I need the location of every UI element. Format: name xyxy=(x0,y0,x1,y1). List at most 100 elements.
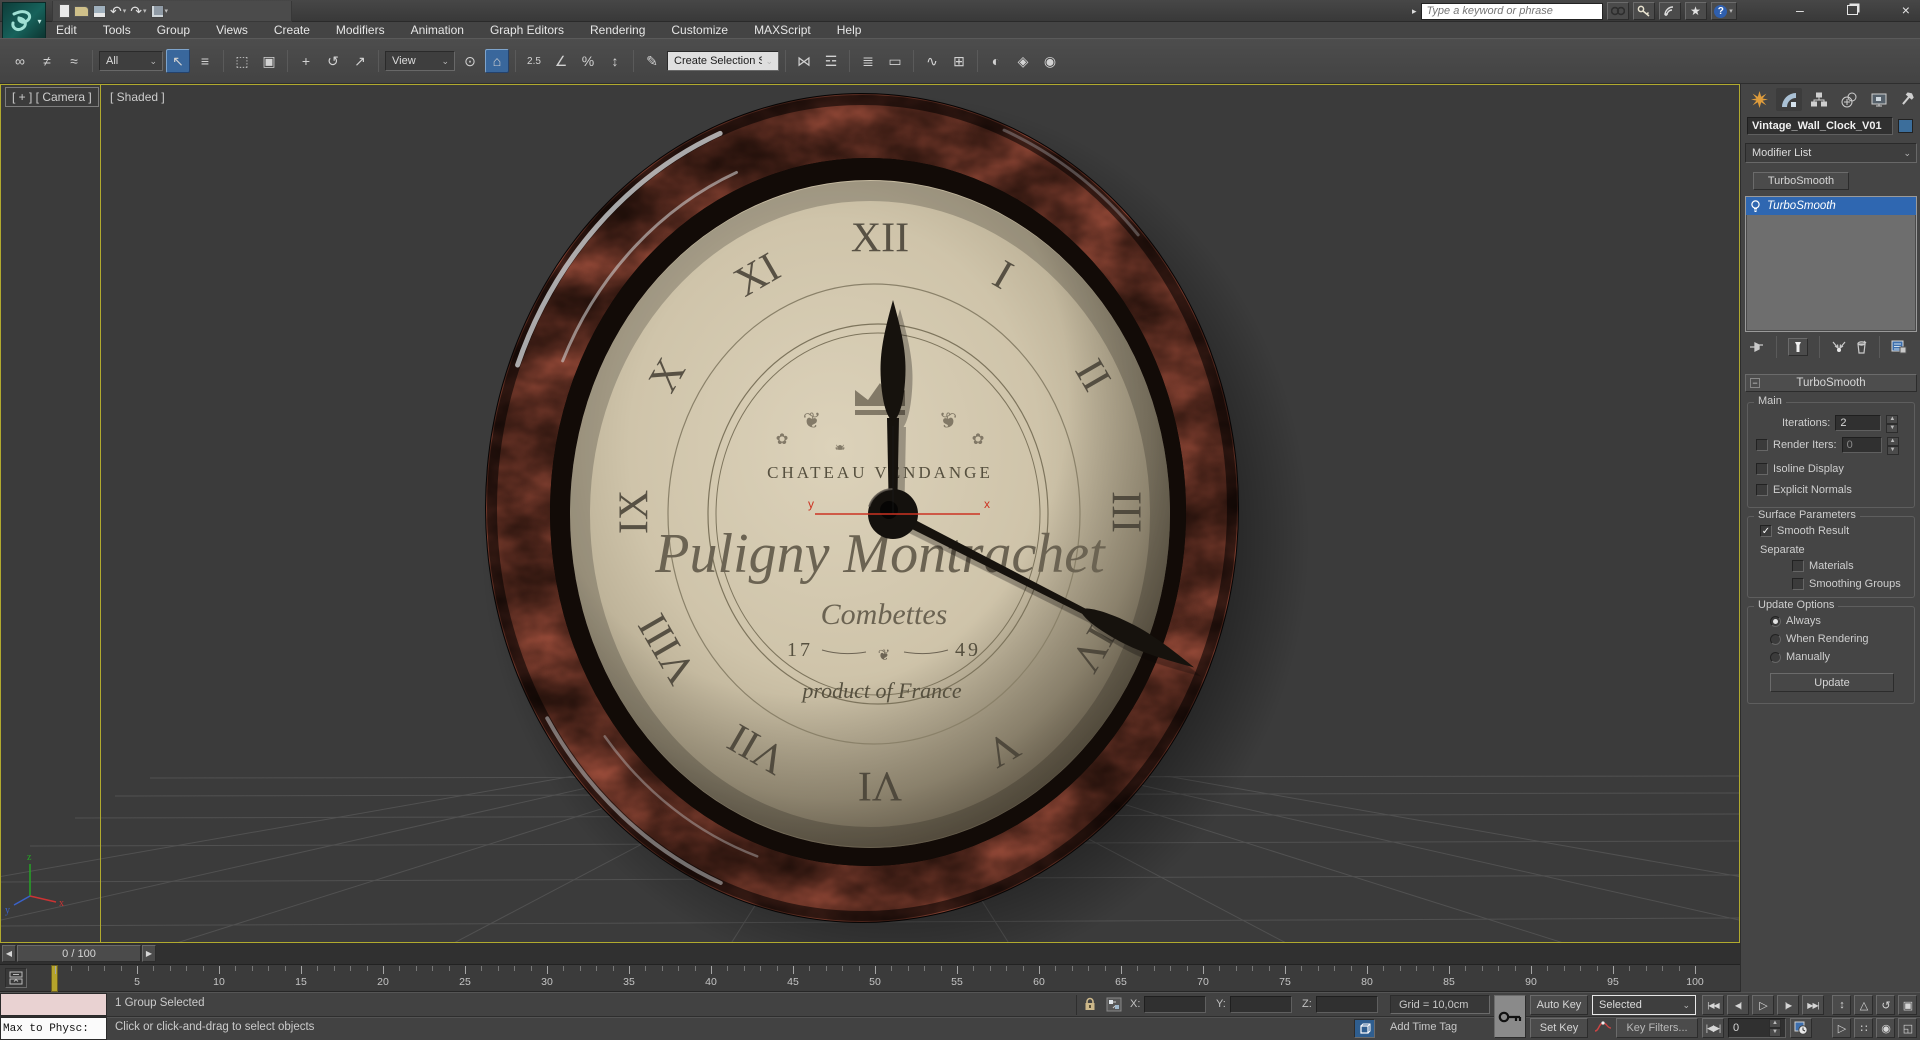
remove-modifier-icon[interactable] xyxy=(1855,340,1868,354)
dolly-camera-icon[interactable]: ↕ xyxy=(1832,995,1851,1015)
selection-lock-icon[interactable] xyxy=(1083,997,1097,1015)
undo-icon[interactable]: ↶ ▾ xyxy=(110,3,126,20)
time-slider-prev-button[interactable]: ◀ xyxy=(2,945,16,962)
roll-camera-icon[interactable]: ↺ xyxy=(1876,995,1895,1015)
menu-item-views[interactable]: Views xyxy=(216,23,248,37)
new-scene-icon[interactable] xyxy=(59,4,70,18)
select-and-scale-icon[interactable]: ↗ xyxy=(348,49,372,73)
walk-through-icon[interactable]: ∷ xyxy=(1854,1018,1873,1038)
help-icon[interactable]: ? ▾ xyxy=(1710,2,1737,20)
snaps-toggle-icon[interactable]: 2.5 xyxy=(522,49,546,73)
frame-spinner[interactable]: ▲ ▼ xyxy=(1769,1019,1781,1037)
material-editor-icon[interactable]: ◈ xyxy=(1011,49,1035,73)
render-setup-icon[interactable]: ◐ xyxy=(984,49,1008,73)
explicit-normals-checkbox[interactable] xyxy=(1756,484,1768,496)
wall-clock-object[interactable]: XIIIIIIIIIVVVIVIIVIIIIXXXI ❦ ❦ ✿ ✿ ❧ ❧ C… xyxy=(480,89,1250,929)
project-workspace-icon[interactable]: ▾ xyxy=(150,4,168,18)
tab-modify[interactable] xyxy=(1776,88,1802,111)
favorites-star-icon[interactable]: ★ xyxy=(1684,2,1707,20)
modifier-stack[interactable]: TurboSmooth xyxy=(1745,196,1917,332)
go-to-end-button[interactable]: ▶▶| xyxy=(1802,995,1824,1015)
named-selection-sets-dropdown[interactable]: Create Selection Se ⌄ xyxy=(667,51,779,71)
field-of-view-icon[interactable]: ▷ xyxy=(1832,1018,1851,1038)
viewport-splitter[interactable] xyxy=(100,84,101,943)
isoline-display-checkbox[interactable] xyxy=(1756,463,1768,475)
auto-key-button[interactable]: Auto Key xyxy=(1530,995,1588,1015)
window-crossing-icon[interactable]: ▣ xyxy=(257,49,281,73)
restore-button[interactable] xyxy=(1847,5,1859,15)
minimize-button[interactable]: – xyxy=(1796,2,1804,18)
modifier-enabled-bulb-icon[interactable] xyxy=(1750,199,1761,213)
modifier-stack-entry[interactable]: TurboSmooth xyxy=(1746,197,1916,215)
align-icon[interactable]: ☲ xyxy=(819,49,843,73)
angle-snap-toggle-icon[interactable]: ∠ xyxy=(549,49,573,73)
object-name-field[interactable]: Vintage_Wall_Clock_V01 xyxy=(1747,117,1893,135)
menu-item-edit[interactable]: Edit xyxy=(56,23,77,37)
selection-filter-dropdown[interactable]: All ⌄ xyxy=(99,51,163,71)
menu-item-tools[interactable]: Tools xyxy=(103,23,131,37)
menu-item-graph-editors[interactable]: Graph Editors xyxy=(490,23,564,37)
play-button[interactable]: ▷ xyxy=(1752,995,1774,1015)
next-frame-button[interactable]: |▶ xyxy=(1777,995,1799,1015)
add-time-tag[interactable]: Add Time Tag xyxy=(1390,1021,1457,1033)
select-and-link-icon[interactable]: ∞ xyxy=(8,49,32,73)
percent-snap-toggle-icon[interactable]: % xyxy=(576,49,600,73)
viewport-label-shading[interactable]: [ Shaded ] xyxy=(106,87,169,107)
menu-item-customize[interactable]: Customize xyxy=(671,23,728,37)
select-by-name-icon[interactable]: ≡ xyxy=(193,49,217,73)
toggle-ribbon-icon[interactable]: ▭ xyxy=(883,49,907,73)
menu-item-create[interactable]: Create xyxy=(274,23,310,37)
viewport[interactable]: XII I II III IV V VI VII VIII IX X XI ❦ ❦ ✿ ✿ ❧ ❧ C… xyxy=(0,84,1740,943)
tab-motion[interactable] xyxy=(1836,88,1862,111)
tab-display[interactable] xyxy=(1866,88,1892,111)
go-to-start-button[interactable]: |◀◀ xyxy=(1702,995,1724,1015)
isolate-selection-toggle-icon[interactable] xyxy=(1354,1019,1375,1038)
search-binoculars-icon[interactable] xyxy=(1606,2,1629,20)
time-slider-next-button[interactable]: ▶ xyxy=(142,945,156,962)
infocenter-search-input[interactable] xyxy=(1420,2,1603,20)
iterations-spinner[interactable]: ▲ ▼ xyxy=(1886,415,1899,433)
application-menu-button[interactable]: ▾ xyxy=(2,2,46,40)
menu-item-group[interactable]: Group xyxy=(157,23,190,37)
schematic-view-icon[interactable]: ⊞ xyxy=(947,49,971,73)
z-coord-field[interactable] xyxy=(1316,996,1378,1013)
infocenter-expand-icon[interactable]: ▸ xyxy=(1412,6,1417,17)
configure-modifier-sets-icon[interactable] xyxy=(1891,340,1907,354)
time-configuration-button[interactable] xyxy=(1790,1018,1812,1038)
smoothing-groups-checkbox[interactable] xyxy=(1792,578,1804,590)
update-always-radio[interactable] xyxy=(1770,615,1781,627)
render-production-icon[interactable]: ◉ xyxy=(1038,49,1062,73)
pin-stack-icon[interactable] xyxy=(1749,340,1765,354)
orbit-camera-icon[interactable]: ◉ xyxy=(1876,1018,1895,1038)
zoom-extents-all-icon[interactable]: ▣ xyxy=(1898,995,1917,1015)
use-pivot-point-center-icon[interactable]: ⊙ xyxy=(458,49,482,73)
tab-utilities[interactable] xyxy=(1896,88,1920,111)
object-color-swatch[interactable] xyxy=(1898,119,1913,133)
key-mode-dropdown[interactable]: Selected ⌄ xyxy=(1592,995,1696,1015)
make-unique-icon[interactable] xyxy=(1831,340,1847,354)
maxscript-listener-pink[interactable] xyxy=(0,993,107,1016)
close-button[interactable]: × xyxy=(1902,2,1910,18)
save-file-icon[interactable] xyxy=(93,4,106,18)
toggle-layer-explorer-icon[interactable]: ≣ xyxy=(856,49,880,73)
tab-create[interactable] xyxy=(1746,88,1772,111)
viewport-label-general[interactable]: [ + ] [ Camera ] xyxy=(5,87,99,107)
render-iters-spinner[interactable]: ▲ ▼ xyxy=(1886,437,1899,455)
menu-item-rendering[interactable]: Rendering xyxy=(590,23,645,37)
search-key-icon[interactable] xyxy=(1632,2,1655,20)
communication-center-icon[interactable] xyxy=(1658,2,1681,20)
update-manually-radio[interactable] xyxy=(1770,651,1781,663)
key-filters-button[interactable]: Key Filters... xyxy=(1616,1018,1698,1038)
select-and-rotate-icon[interactable]: ↺ xyxy=(321,49,345,73)
mirror-icon[interactable]: ⋈ xyxy=(792,49,816,73)
toggle-set-key-mode-button[interactable] xyxy=(1494,995,1526,1038)
turbosmooth-rollout-header[interactable]: − TurboSmooth xyxy=(1745,374,1917,392)
redo-icon[interactable]: ↷ ▾ xyxy=(130,3,146,20)
iterations-field[interactable]: 2 xyxy=(1835,415,1882,431)
maximize-viewport-toggle-icon[interactable]: ◱ xyxy=(1898,1018,1917,1038)
time-slider-handle[interactable]: 0 / 100 xyxy=(17,945,141,962)
update-button[interactable]: Update xyxy=(1770,673,1894,692)
absolute-offset-toggle-icon[interactable] xyxy=(1106,997,1122,1015)
maxscript-listener-white[interactable]: Max to Physc: xyxy=(0,1017,107,1040)
unlink-selection-icon[interactable]: ≠ xyxy=(35,49,59,73)
